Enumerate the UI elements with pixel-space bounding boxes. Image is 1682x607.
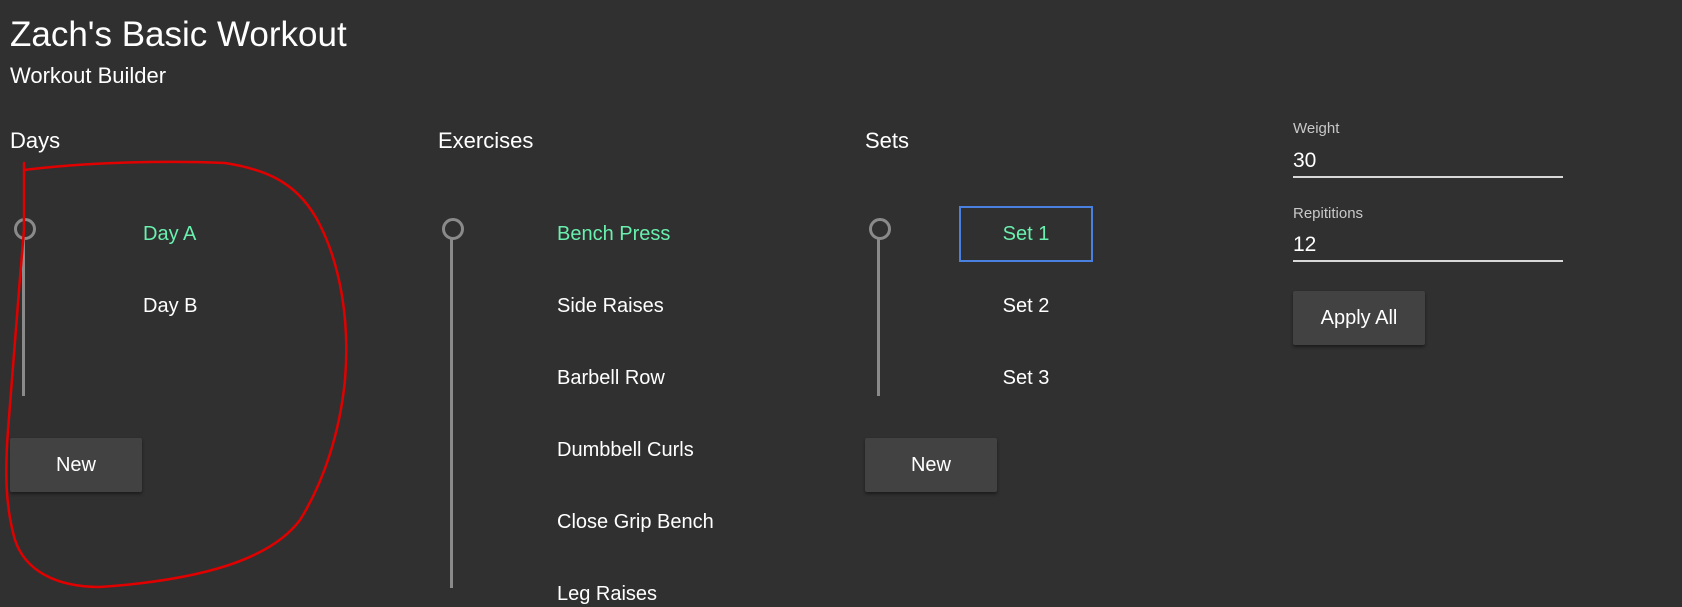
- page-subtitle: Workout Builder: [10, 63, 167, 88]
- exercises-slider-handle[interactable]: [442, 218, 464, 240]
- day-item[interactable]: Day A: [143, 222, 196, 246]
- day-item[interactable]: Day B: [143, 294, 197, 318]
- apply-all-button[interactable]: Apply All: [1293, 291, 1425, 345]
- new-day-button[interactable]: New: [10, 438, 142, 492]
- exercise-item[interactable]: Close Grip Bench: [557, 510, 714, 534]
- workout-builder-app: Zach's Basic Workout Workout Builder Day…: [0, 0, 1682, 607]
- weight-input[interactable]: [1293, 146, 1563, 178]
- sets-slider-handle[interactable]: [869, 218, 891, 240]
- exercise-item[interactable]: Barbell Row: [557, 366, 665, 390]
- set-item[interactable]: Set 2: [959, 278, 1093, 334]
- exercise-item[interactable]: Side Raises: [557, 294, 664, 318]
- repetitions-input[interactable]: [1293, 230, 1563, 262]
- page-title: Zach's Basic Workout: [10, 15, 347, 54]
- annotation-circle: [5, 160, 348, 589]
- sets-heading: Sets: [865, 128, 910, 153]
- exercises-slider-track[interactable]: [450, 236, 453, 588]
- exercises-heading: Exercises: [438, 128, 534, 153]
- exercise-item[interactable]: Dumbbell Curls: [557, 438, 694, 462]
- set-item[interactable]: Set 1: [959, 206, 1093, 262]
- repetitions-label: Repititions: [1293, 205, 1364, 222]
- sets-slider-track[interactable]: [877, 236, 880, 396]
- exercise-item[interactable]: Leg Raises: [557, 582, 657, 606]
- new-set-button[interactable]: New: [865, 438, 997, 492]
- weight-label: Weight: [1293, 120, 1340, 137]
- days-heading: Days: [10, 128, 61, 153]
- exercise-item[interactable]: Bench Press: [557, 222, 670, 246]
- days-slider-handle[interactable]: [14, 218, 36, 240]
- set-item[interactable]: Set 3: [959, 350, 1093, 406]
- days-slider-track[interactable]: [22, 228, 25, 396]
